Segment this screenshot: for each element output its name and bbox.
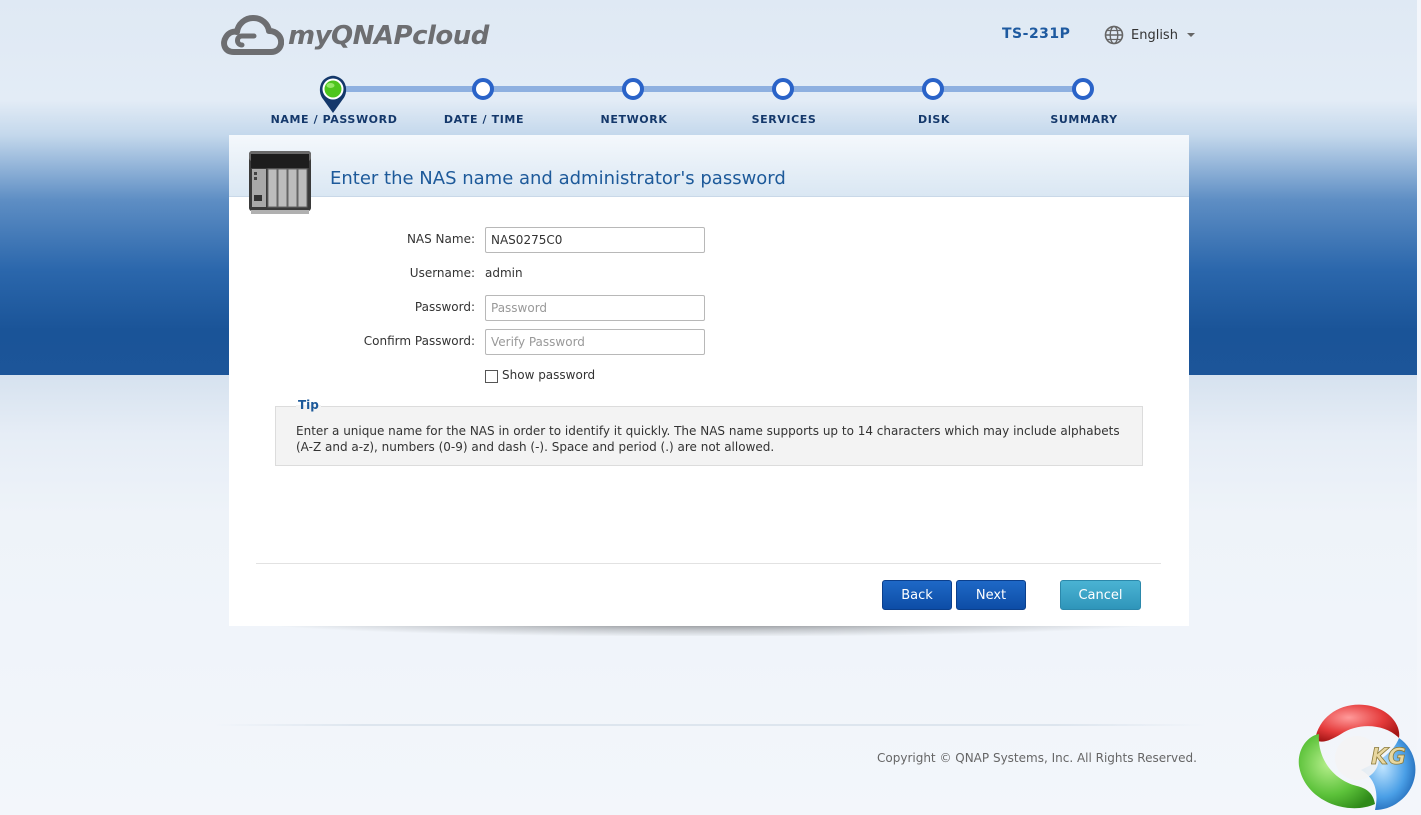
username-label: Username: — [409, 266, 475, 280]
panel-title: Enter the NAS name and administrator's p… — [330, 168, 786, 189]
copyright-text: Copyright © QNAP Systems, Inc. All Right… — [877, 751, 1197, 765]
password-label: Password: — [414, 300, 475, 314]
step-label-disk: DISK — [917, 113, 951, 126]
brand-name: myQNAPcloud — [288, 21, 489, 51]
show-password-checkbox[interactable] — [485, 370, 498, 383]
step-label-summary: SUMMARY — [1050, 113, 1118, 126]
confirm-password-input[interactable] — [485, 329, 705, 355]
wizard-panel: Enter the NAS name and administrator's p… — [229, 135, 1189, 626]
step-label-network: NETWORK — [600, 113, 668, 126]
show-password-label[interactable]: Show password — [502, 368, 595, 382]
kg-watermark-logo-icon: KG — [1298, 704, 1416, 810]
tip-box: Tip Enter a unique name for the NAS in o… — [275, 398, 1143, 466]
step-node-date-time[interactable] — [472, 78, 494, 100]
globe-icon — [1104, 25, 1124, 45]
language-selector[interactable]: English — [1104, 25, 1195, 45]
tip-title: Tip — [296, 398, 321, 412]
panel-header: Enter the NAS name and administrator's p… — [229, 135, 1189, 214]
step-node-disk[interactable] — [922, 78, 944, 100]
nas-model: TS-231P — [1002, 26, 1071, 42]
step-node-services[interactable] — [772, 78, 794, 100]
kg-watermark-text: KG — [1371, 745, 1406, 770]
confirm-password-label: Confirm Password: — [363, 334, 475, 348]
footer-divider — [256, 563, 1161, 564]
back-button[interactable]: Back — [882, 580, 952, 610]
footer-line — [215, 724, 1205, 726]
brand-logo: myQNAPcloud — [220, 12, 489, 60]
cancel-button[interactable]: Cancel — [1060, 580, 1141, 610]
language-label: English — [1131, 27, 1178, 43]
step-label-services: SERVICES — [751, 113, 817, 126]
step-node-network[interactable] — [622, 78, 644, 100]
wizard-progress-line — [333, 86, 1083, 92]
nas-name-input[interactable] — [485, 227, 705, 253]
nas-device-icon — [249, 151, 311, 214]
cloud-logo-icon — [221, 15, 284, 55]
scrollbar-strip — [1417, 0, 1421, 815]
next-button[interactable]: Next — [956, 580, 1026, 610]
step-label-date-time: DATE / TIME — [443, 113, 525, 126]
tip-text: Enter a unique name for the NAS in order… — [296, 424, 1120, 454]
step-active-pin-icon — [319, 75, 347, 113]
step-node-summary[interactable] — [1072, 78, 1094, 100]
step-label-name-password: NAME / PASSWORD — [270, 113, 398, 126]
nas-name-label: NAS Name: — [406, 232, 475, 246]
username-value: admin — [485, 266, 523, 280]
chevron-down-icon — [1186, 33, 1195, 37]
show-password-row[interactable]: Show password — [485, 367, 595, 383]
password-input[interactable] — [485, 295, 705, 321]
